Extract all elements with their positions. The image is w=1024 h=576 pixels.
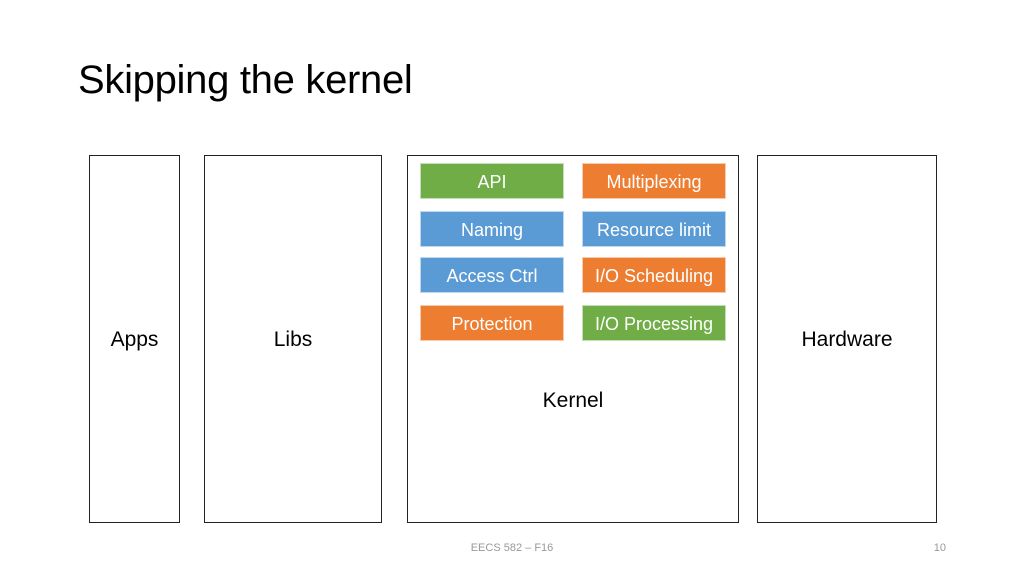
- kernel-component-io-processing: I/O Processing: [582, 305, 726, 341]
- hardware-box: Hardware: [757, 155, 937, 523]
- kernel-component-naming: Naming: [420, 211, 564, 247]
- kernel-component-access-ctrl: Access Ctrl: [420, 257, 564, 293]
- kernel-component-api: API: [420, 163, 564, 199]
- apps-box: Apps: [89, 155, 180, 523]
- kernel-component-resource-limit: Resource limit: [582, 211, 726, 247]
- slide-title: Skipping the kernel: [78, 58, 413, 102]
- apps-label: Apps: [110, 328, 159, 351]
- libs-label: Libs: [273, 328, 313, 351]
- hardware-label: Hardware: [801, 328, 893, 351]
- slide-footer: EECS 582 – F16: [470, 542, 554, 554]
- libs-box: Libs: [204, 155, 382, 523]
- kernel-box: API Multiplexing Naming Resource limit A…: [407, 155, 739, 523]
- kernel-label: Kernel: [542, 389, 604, 412]
- page-number: 10: [933, 542, 946, 554]
- kernel-component-io-scheduling: I/O Scheduling: [582, 257, 726, 293]
- kernel-component-multiplexing: Multiplexing: [582, 163, 726, 199]
- kernel-component-protection: Protection: [420, 305, 564, 341]
